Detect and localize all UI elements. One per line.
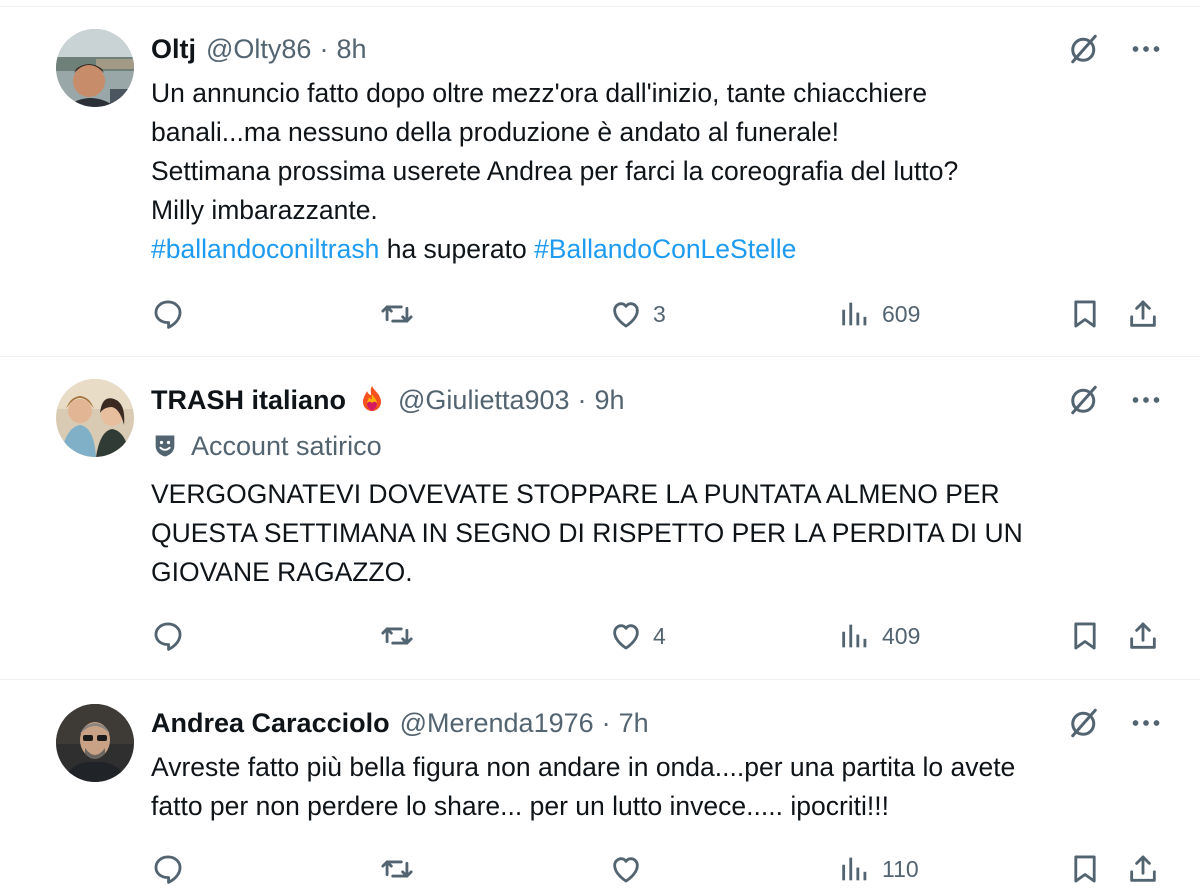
bookmark-button[interactable] [1068,849,1102,889]
satire-account-label: Account satirico [151,429,382,463]
bookmark-icon [1068,619,1102,653]
bookmark-icon [1068,297,1102,331]
tweet-1[interactable]: Oltj @Olty86 · 8h Un annuncio fatto dopo… [0,7,1200,357]
share-upload-icon [1126,297,1160,331]
grok-slash-circle-icon[interactable] [1066,31,1102,67]
avatar-trash-italiano[interactable] [56,379,134,457]
author-handle[interactable]: @Olty86 [206,34,311,65]
like-button[interactable] [609,849,653,889]
like-button[interactable]: 4 [609,616,666,656]
reply-bubble-icon [151,852,185,886]
repost-button[interactable] [380,849,424,889]
views-bar-chart-icon [838,297,872,331]
tweet-header: Andrea Caracciolo @Merenda1976 · 7h [151,705,649,741]
tweet-action-bar: 4 409 [0,616,1200,656]
tweet-header: Oltj @Olty86 · 8h [151,31,367,67]
views-bar-chart-icon [838,852,872,886]
bookmark-icon [1068,852,1102,886]
share-button[interactable] [1126,294,1160,334]
hashtag-connector-text: ha superato [379,234,535,264]
like-count: 4 [653,622,666,649]
views-button[interactable]: 609 [838,294,920,334]
author-handle[interactable]: @Merenda1976 [400,708,594,739]
reply-bubble-icon [151,619,185,653]
more-dots-icon[interactable] [1128,382,1164,418]
tweet-timestamp[interactable]: 9h [595,385,625,416]
tweet-text-line: VERGOGNATEVI DOVEVATE STOPPARE LA PUNTAT… [151,479,1000,509]
heart-icon [609,297,643,331]
tweet-text: VERGOGNATEVI DOVEVATE STOPPARE LA PUNTAT… [151,475,1151,592]
tweet-text: Avreste fatto più bella figura non andar… [151,748,1151,826]
tweet-text-line: GIOVANE RAGAZZO. [151,557,413,587]
satire-label-text: Account satirico [191,430,382,461]
views-count: 409 [882,622,921,649]
more-dots-icon[interactable] [1128,705,1164,741]
repost-arrows-icon [380,619,414,653]
grok-slash-circle-icon[interactable] [1066,705,1102,741]
author-name[interactable]: TRASH italiano [151,385,346,416]
separator-dot: · [319,33,329,64]
bookmark-button[interactable] [1068,294,1102,334]
tweet-timestamp[interactable]: 7h [619,708,649,739]
avatar-andrea-caracciolo[interactable] [56,704,134,782]
share-upload-icon [1126,852,1160,886]
avatar-image [56,379,134,457]
theater-mask-shield-icon [151,432,179,460]
tweet-text: Un annuncio fatto dopo oltre mezz'ora da… [151,74,1151,269]
views-bar-chart-icon [838,619,872,653]
share-upload-icon [1126,619,1160,653]
reply-bubble-icon [151,297,185,331]
reply-button[interactable] [151,294,195,334]
tweet-top-actions [1066,705,1164,741]
timeline-feed: Oltj @Olty86 · 8h Un annuncio fatto dopo… [0,0,1200,889]
tweet-action-bar: 110 [0,849,1200,889]
tweet-text-line: QUESTA SETTIMANA IN SEGNO DI RISPETTO PE… [151,518,1023,548]
reply-button[interactable] [151,616,195,656]
author-name[interactable]: Andrea Caracciolo [151,708,390,739]
avatar-image [56,29,134,107]
separator-dot: · [601,707,611,738]
share-button[interactable] [1126,616,1160,656]
reply-button[interactable] [151,849,195,889]
tweet-timestamp[interactable]: 8h [336,34,366,65]
heart-icon [609,852,643,886]
tweet-top-actions [1066,382,1164,418]
avatar-oltj[interactable] [56,29,134,107]
tweet-text-line: banali...ma nessuno della produzione è a… [151,117,840,147]
like-button[interactable]: 3 [609,294,666,334]
tweet-text-line: fatto per non perdere lo share... per un… [151,791,889,821]
repost-arrows-icon [380,852,414,886]
heart-icon [609,619,643,653]
share-button[interactable] [1126,849,1160,889]
views-count: 110 [882,855,919,882]
repost-arrows-icon [380,297,414,331]
tweet-action-bar: 3 609 [0,294,1200,334]
fire-heart-badge-icon [356,384,388,416]
views-button[interactable]: 110 [838,849,919,889]
views-count: 609 [882,300,921,327]
hashtag-link[interactable]: #BallandoConLeStelle [534,234,796,264]
tweet-header: TRASH italiano @Giulietta903 · 9h [151,382,625,418]
hashtag-link[interactable]: #ballandoconiltrash [151,234,379,264]
like-count: 3 [653,300,666,327]
tweet-text-line: Un annuncio fatto dopo oltre mezz'ora da… [151,78,928,108]
author-handle[interactable]: @Giulietta903 [398,385,570,416]
tweet-2[interactable]: TRASH italiano @Giulietta903 · 9h Accoun… [0,357,1200,680]
repost-button[interactable] [380,616,424,656]
tweet-text-line: Milly imbarazzante. [151,195,378,225]
avatar-image [56,704,134,782]
grok-slash-circle-icon[interactable] [1066,382,1102,418]
more-dots-icon[interactable] [1128,31,1164,67]
bookmark-button[interactable] [1068,616,1102,656]
views-button[interactable]: 409 [838,616,920,656]
tweet-text-line: Settimana prossima userete Andrea per fa… [151,156,959,186]
hashtag-line: #ballandoconiltrash ha superato #Balland… [151,230,1151,269]
tweet-3[interactable]: Andrea Caracciolo @Merenda1976 · 7h Avre… [0,680,1200,889]
author-name[interactable]: Oltj [151,34,196,65]
tweet-text-line: Avreste fatto più bella figura non andar… [151,752,1016,782]
tweet-top-actions [1066,31,1164,67]
repost-button[interactable] [380,294,424,334]
separator-dot: · [577,384,587,415]
